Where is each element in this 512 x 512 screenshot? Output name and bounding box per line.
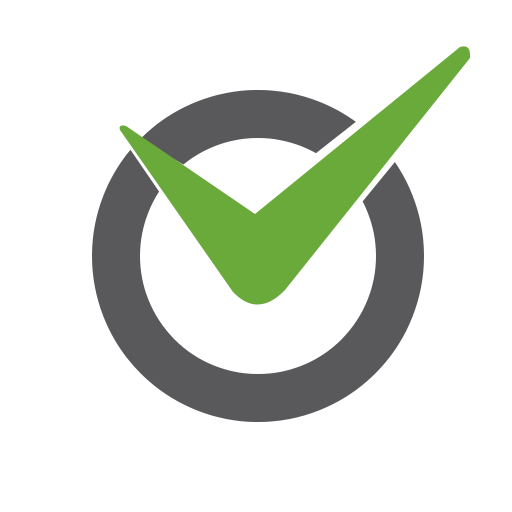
app-icon-canvas	[0, 0, 512, 512]
checkmark-circle-logo	[92, 46, 470, 422]
